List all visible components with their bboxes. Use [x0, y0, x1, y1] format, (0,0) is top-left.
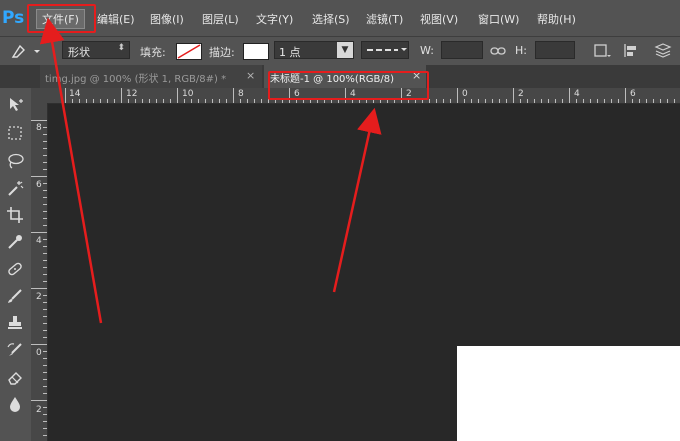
- annotation-arrow-file: [39, 17, 103, 324]
- annotation-arrows: [39, 17, 382, 324]
- annotation-arrow-tab: [332, 107, 382, 293]
